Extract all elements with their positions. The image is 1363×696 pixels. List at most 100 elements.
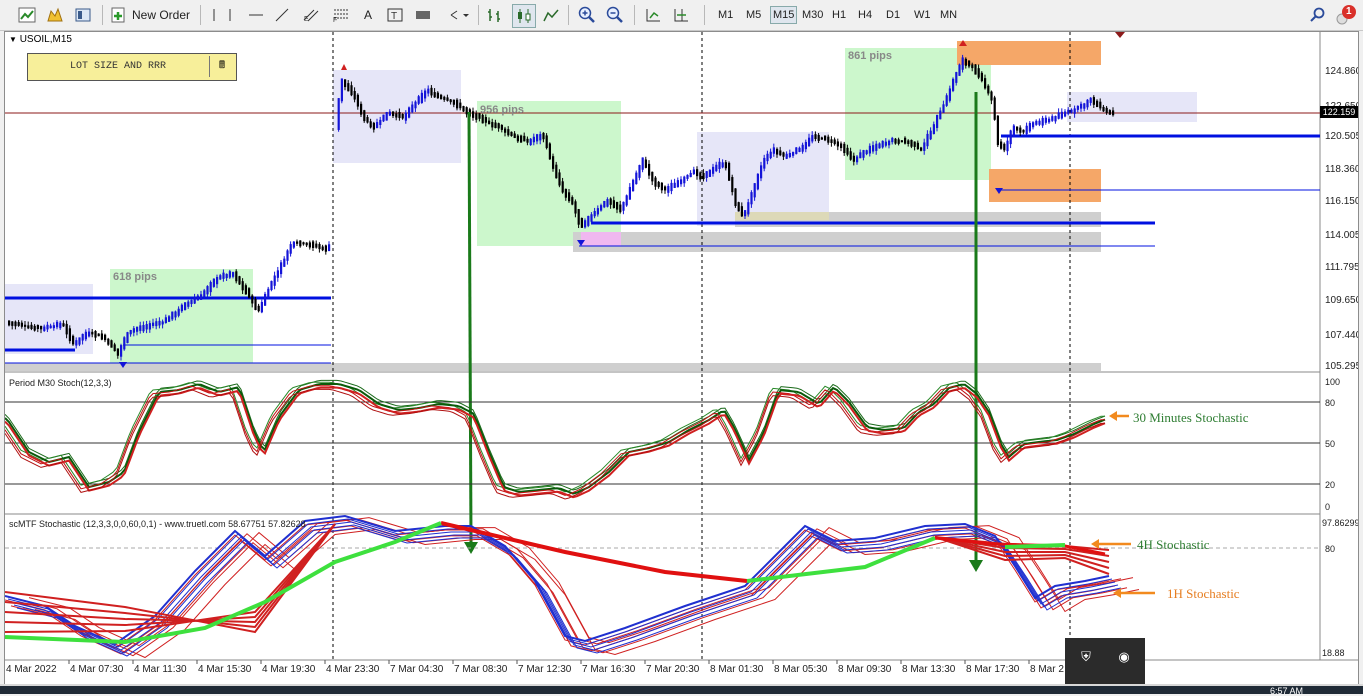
lot-size-button[interactable]: LOT SIZE AND RRR 🖩 bbox=[27, 53, 237, 81]
candle-body bbox=[142, 324, 145, 332]
notifications-icon[interactable]: 1 bbox=[1334, 4, 1358, 26]
high-arrow-icon bbox=[341, 64, 347, 70]
candle-body bbox=[475, 113, 478, 120]
candle-body bbox=[376, 122, 379, 128]
chart-symbol: ▼ USOIL,M15 bbox=[9, 34, 72, 45]
candle-body bbox=[296, 241, 299, 244]
fibonacci-icon[interactable]: F bbox=[330, 4, 352, 26]
notification-count: 1 bbox=[1346, 6, 1352, 17]
candle-body bbox=[574, 201, 577, 214]
zoom-in-icon[interactable] bbox=[576, 4, 598, 26]
zoom-out-icon[interactable] bbox=[604, 4, 626, 26]
symbol-menu-icon[interactable]: ▼ bbox=[9, 35, 17, 44]
calculator-icon[interactable]: 🖩 bbox=[209, 56, 234, 77]
arrows-dropdown-icon[interactable] bbox=[446, 4, 472, 26]
candle-body bbox=[878, 143, 881, 149]
stoch2-level-80-label: 80 bbox=[1325, 544, 1335, 554]
candle-body bbox=[1022, 129, 1025, 133]
timeframe-m1[interactable]: M1 bbox=[716, 7, 735, 23]
candle-body bbox=[696, 169, 699, 177]
candle-body bbox=[683, 176, 686, 184]
candle-body bbox=[52, 325, 55, 329]
timeframe-h1[interactable]: H1 bbox=[830, 7, 848, 23]
vertical-line-icon[interactable] bbox=[222, 4, 238, 26]
candle-body bbox=[974, 64, 977, 75]
app-tray-icon[interactable]: ◉ bbox=[1111, 644, 1137, 670]
new-order-button[interactable]: New Order bbox=[110, 4, 194, 26]
horizontal-line-icon[interactable] bbox=[246, 4, 266, 26]
price-axis-label: 114.005 bbox=[1325, 230, 1359, 241]
candle-body bbox=[148, 323, 151, 330]
candle-body bbox=[78, 337, 81, 345]
defender-shield-icon[interactable]: ⛨ bbox=[1073, 644, 1099, 670]
stoch1h-annotation: 1H Stochastic bbox=[1167, 586, 1240, 601]
candle-body bbox=[721, 162, 724, 168]
timeframe-m30[interactable]: M30 bbox=[800, 7, 825, 23]
candle-body bbox=[577, 209, 580, 225]
rectangle-icon[interactable] bbox=[412, 4, 434, 26]
candle-body bbox=[1006, 140, 1009, 152]
auto-scroll-icon[interactable] bbox=[642, 4, 664, 26]
candle-body bbox=[593, 210, 596, 217]
candle-body bbox=[68, 328, 71, 342]
candle-body bbox=[510, 131, 513, 137]
trendline-icon[interactable] bbox=[272, 4, 292, 26]
timeframe-h4[interactable]: H4 bbox=[856, 7, 874, 23]
candle-body bbox=[916, 142, 919, 150]
candle-body bbox=[216, 277, 219, 285]
candle-body bbox=[443, 96, 446, 100]
candle-body bbox=[657, 181, 660, 188]
candle-body bbox=[539, 134, 542, 141]
candle-body bbox=[1048, 118, 1051, 123]
candle-body bbox=[792, 152, 795, 156]
text-icon[interactable]: A bbox=[358, 4, 378, 26]
candle-body bbox=[132, 328, 135, 333]
candle-body bbox=[907, 140, 910, 145]
candle-body bbox=[168, 316, 171, 322]
timeframe-d1[interactable]: D1 bbox=[884, 7, 902, 23]
candle-body bbox=[56, 321, 59, 328]
price-axis-label: 107.440 bbox=[1325, 330, 1359, 341]
candle-body bbox=[881, 140, 884, 148]
search-icon[interactable] bbox=[1308, 4, 1328, 26]
candle-body bbox=[440, 94, 443, 100]
candle-body bbox=[843, 143, 846, 154]
candle-body bbox=[744, 210, 747, 217]
channel-icon[interactable]: E bbox=[300, 4, 322, 26]
candle-body bbox=[193, 297, 196, 304]
candle-body bbox=[129, 330, 132, 335]
candle-body bbox=[107, 338, 110, 345]
candle-body bbox=[862, 150, 865, 158]
time-axis: 4 Mar 2022 4 Mar 07:30 4 Mar 11:30 4 Mar 15… bbox=[6, 660, 1094, 675]
candle-body bbox=[584, 220, 587, 228]
text-label-icon[interactable]: T bbox=[385, 4, 405, 26]
candle-body bbox=[948, 88, 951, 101]
candle-body bbox=[1073, 108, 1076, 114]
profiles-icon[interactable] bbox=[44, 4, 66, 26]
chart-canvas[interactable]: 124.860 120.505 118.360 116.150 114.005 111.7… bbox=[5, 32, 1359, 686]
bar-chart-icon[interactable] bbox=[484, 4, 506, 26]
lot-size-label: LOT SIZE AND RRR bbox=[69, 61, 166, 72]
zone-gray-bottom bbox=[5, 363, 1101, 371]
candle-body bbox=[120, 345, 123, 357]
timeframe-mn[interactable]: MN bbox=[938, 7, 959, 23]
timeframe-w1[interactable]: W1 bbox=[912, 7, 933, 23]
zone-orange-top bbox=[957, 41, 1101, 65]
timeframe-m5[interactable]: M5 bbox=[744, 7, 763, 23]
stoch1-level-100: 100 bbox=[1325, 377, 1340, 387]
line-chart-icon[interactable] bbox=[540, 4, 562, 26]
candle-body bbox=[235, 271, 238, 282]
time-axis-label: 7 Mar 08:30 bbox=[454, 664, 508, 675]
timeframe-m15[interactable]: M15 bbox=[770, 6, 798, 24]
candle-body bbox=[171, 311, 174, 320]
symbol-label: USOIL,M15 bbox=[19, 34, 72, 45]
time-axis-label: 4 Mar 07:30 bbox=[70, 664, 124, 675]
chart-window[interactable]: 124.860 120.505 118.360 116.150 114.005 111.7… bbox=[4, 31, 1359, 686]
crosshair-icon[interactable] bbox=[206, 4, 222, 26]
candlestick-icon[interactable] bbox=[512, 4, 536, 28]
chart-shift-icon[interactable] bbox=[670, 4, 692, 26]
market-watch-icon[interactable] bbox=[72, 4, 94, 26]
new-chart-icon[interactable] bbox=[16, 4, 38, 26]
candle-body bbox=[385, 112, 388, 121]
candle-body bbox=[430, 87, 433, 96]
